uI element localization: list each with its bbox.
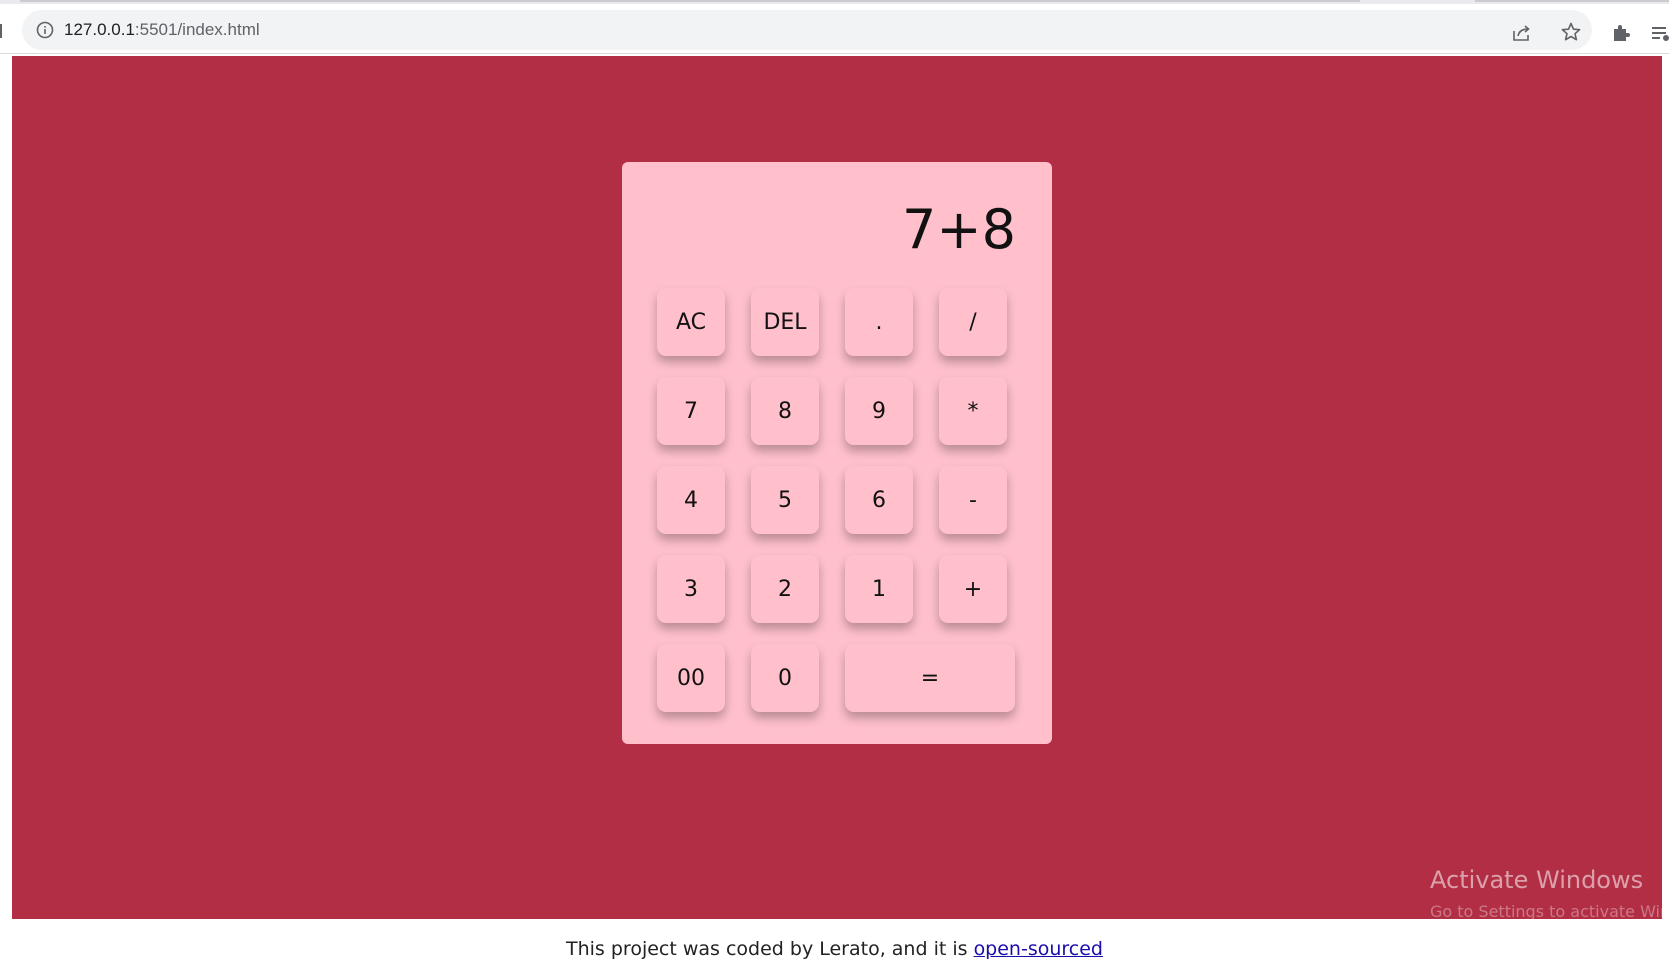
- page-body: 7+8 AC DEL . / 7 8 9 * 4 5 6 - 3 2 1 + 0…: [12, 56, 1662, 919]
- key-decimal[interactable]: .: [845, 288, 913, 356]
- tab-edge: [1475, 0, 1669, 2]
- reading-list-icon[interactable]: [1652, 22, 1669, 44]
- reload-icon-edge[interactable]: [0, 24, 2, 38]
- activate-windows-subtitle: Go to Settings to activate Windows.: [1430, 902, 1669, 921]
- browser-toolbar: 127.0.0.1:5501/index.html: [0, 4, 1669, 54]
- page-footer: This project was coded by Lerato, and it…: [0, 938, 1669, 960]
- share-icon[interactable]: [1510, 22, 1532, 44]
- url-text[interactable]: 127.0.0.1:5501/index.html: [64, 20, 260, 40]
- key-8[interactable]: 8: [751, 377, 819, 445]
- tab-edge: [20, 0, 1360, 2]
- key-divide[interactable]: /: [939, 288, 1007, 356]
- key-delete[interactable]: DEL: [751, 288, 819, 356]
- open-source-link[interactable]: open-sourced: [974, 938, 1103, 960]
- url-host: 127.0.0.1: [64, 20, 135, 39]
- activate-windows-title: Activate Windows: [1430, 866, 1644, 894]
- calculator-display: 7+8: [902, 198, 1016, 261]
- footer-text: This project was coded by Lerato, and it…: [566, 938, 974, 960]
- key-all-clear[interactable]: AC: [657, 288, 725, 356]
- key-0[interactable]: 0: [751, 644, 819, 712]
- key-2[interactable]: 2: [751, 555, 819, 623]
- key-double-zero[interactable]: 00: [657, 644, 725, 712]
- calculator: 7+8 AC DEL . / 7 8 9 * 4 5 6 - 3 2 1 + 0…: [622, 162, 1052, 744]
- key-multiply[interactable]: *: [939, 377, 1007, 445]
- key-1[interactable]: 1: [845, 555, 913, 623]
- key-6[interactable]: 6: [845, 466, 913, 534]
- address-bar[interactable]: 127.0.0.1:5501/index.html: [22, 10, 1592, 50]
- key-7[interactable]: 7: [657, 377, 725, 445]
- info-icon[interactable]: [36, 21, 54, 39]
- key-5[interactable]: 5: [751, 466, 819, 534]
- bookmark-star-icon[interactable]: [1560, 21, 1582, 43]
- key-4[interactable]: 4: [657, 466, 725, 534]
- key-add[interactable]: +: [939, 555, 1007, 623]
- url-path: :5501/index.html: [134, 20, 260, 39]
- key-3[interactable]: 3: [657, 555, 725, 623]
- extensions-puzzle-icon[interactable]: [1610, 22, 1632, 44]
- key-9[interactable]: 9: [845, 377, 913, 445]
- key-subtract[interactable]: -: [939, 466, 1007, 534]
- key-equals[interactable]: =: [845, 644, 1015, 712]
